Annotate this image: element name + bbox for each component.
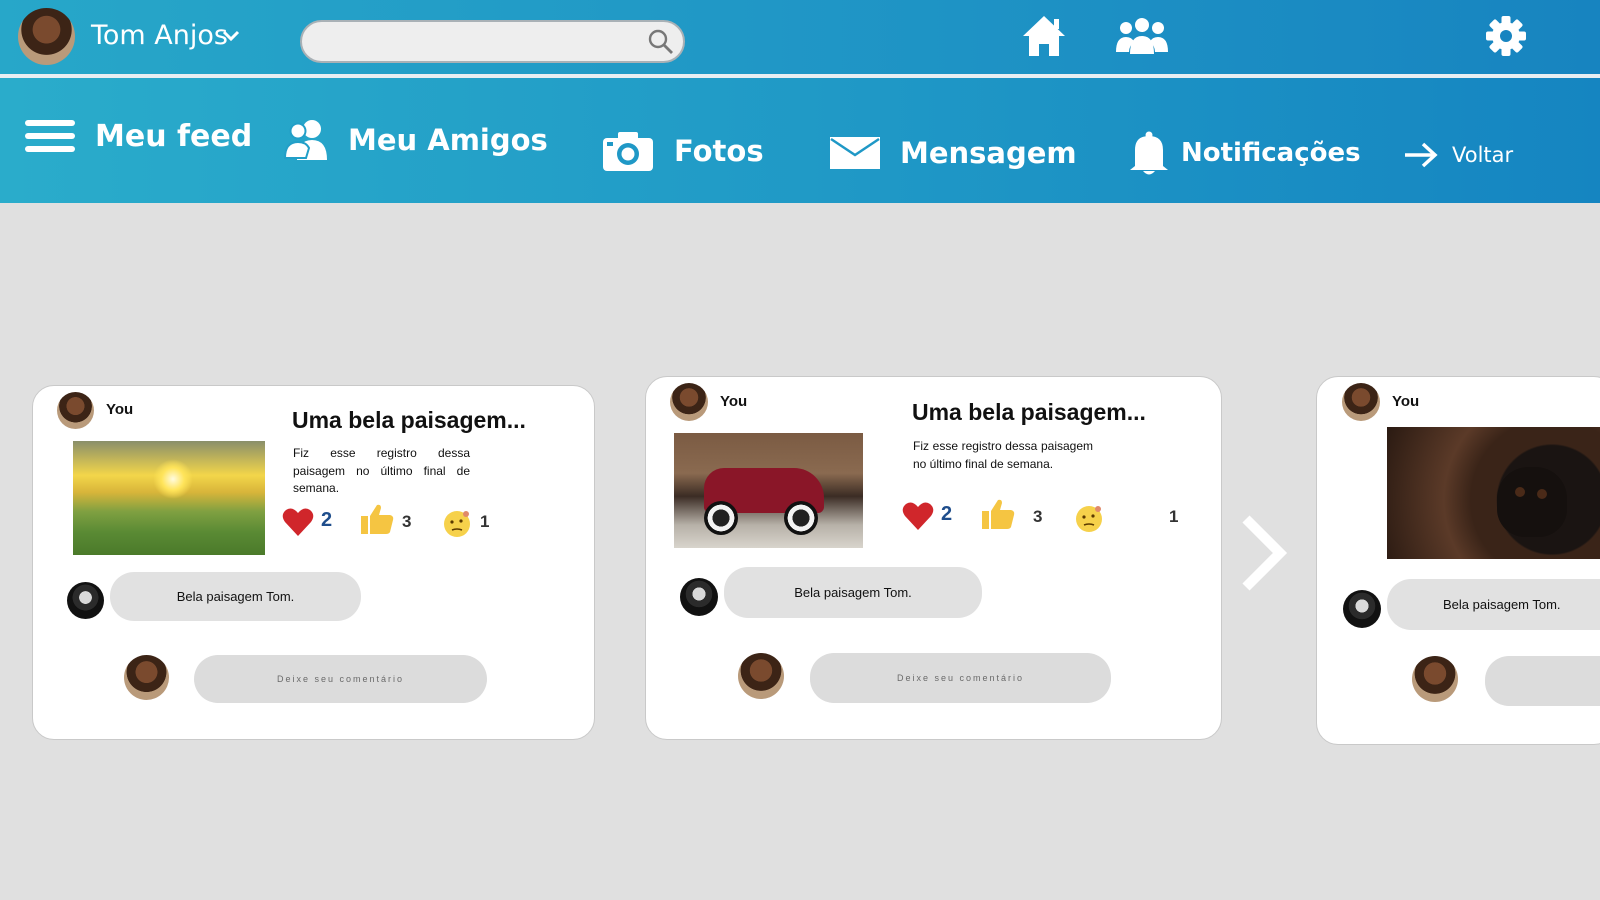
post-title: Uma bela paisagem...: [292, 407, 526, 433]
nav-friends[interactable]: Meu Amigos: [284, 118, 548, 162]
my-avatar[interactable]: [124, 655, 169, 700]
comment-input[interactable]: Deixe seu comentário: [810, 653, 1111, 703]
post-body: Fiz esse registro dessa paisagem no últi…: [913, 439, 1093, 471]
nav-messages-label: Mensagem: [900, 136, 1077, 170]
comment-input[interactable]: Deixe seu comentário: [194, 655, 487, 703]
comment-input[interactable]: [1485, 656, 1600, 706]
nav-messages[interactable]: Mensagem: [830, 136, 1077, 170]
arrow-right-icon: [1405, 142, 1438, 168]
nav-photos-label: Fotos: [674, 134, 764, 168]
post-card: You Uma bela paisagem... Fiz esse regist…: [32, 385, 595, 740]
post-body: Fiz esse registro dessa paisagem no últi…: [293, 446, 470, 495]
heart-count: 2: [941, 503, 953, 525]
search-icon[interactable]: [647, 28, 675, 56]
commenter-avatar[interactable]: [1343, 590, 1381, 628]
nav-feed[interactable]: Meu feed: [25, 118, 252, 154]
post-image[interactable]: [674, 433, 863, 548]
author-avatar[interactable]: [1342, 383, 1380, 421]
post-image[interactable]: [73, 441, 265, 555]
post-card: You Bela paisagem Tom.: [1316, 376, 1600, 745]
thumbs-up-icon[interactable]: [360, 503, 394, 535]
thinking-emoji-icon[interactable]: [1074, 504, 1104, 534]
nav-friends-label: Meu Amigos: [348, 123, 548, 157]
nav-back[interactable]: Voltar: [1403, 142, 1513, 168]
commenter-avatar[interactable]: [67, 582, 104, 619]
heart-count: 2: [321, 509, 333, 531]
envelope-icon: [830, 137, 880, 169]
nav-back-label: Voltar: [1452, 143, 1514, 167]
heart-icon[interactable]: [282, 507, 314, 537]
my-avatar[interactable]: [1412, 656, 1458, 702]
comment-bubble: Bela paisagem Tom.: [110, 572, 361, 621]
comment-bubble: Bela paisagem Tom.: [1387, 579, 1600, 630]
user-name[interactable]: Tom Anjos: [91, 20, 228, 51]
post-title: Uma bela paisagem...: [912, 399, 1146, 425]
post-image[interactable]: [1387, 427, 1600, 559]
post-card: You Uma bela paisagem... Fiz esse regist…: [645, 376, 1222, 740]
author-avatar[interactable]: [670, 383, 708, 421]
thinking-count: 1: [480, 512, 490, 531]
comment-bubble: Bela paisagem Tom.: [724, 567, 982, 618]
commenter-avatar[interactable]: [680, 578, 718, 616]
group-icon[interactable]: [1114, 16, 1170, 56]
bell-icon: [1130, 131, 1168, 175]
post-author: You: [106, 401, 134, 418]
users-icon: [284, 120, 327, 160]
nav-notifications[interactable]: Notificações: [1129, 130, 1361, 176]
home-icon[interactable]: [1021, 14, 1067, 58]
top-bar: Tom Anjos: [0, 0, 1600, 74]
heart-icon[interactable]: [902, 501, 934, 531]
chevron-down-icon[interactable]: [222, 30, 240, 42]
menu-icon: [25, 120, 75, 152]
thinking-emoji-icon[interactable]: [442, 509, 472, 539]
like-count: 3: [402, 512, 412, 531]
search-input[interactable]: [300, 20, 685, 63]
camera-icon: [603, 132, 653, 171]
user-avatar[interactable]: [18, 8, 75, 65]
thumbs-up-icon[interactable]: [981, 498, 1015, 530]
my-avatar[interactable]: [738, 653, 784, 699]
chevron-right-icon[interactable]: [1240, 515, 1288, 591]
post-author: You: [720, 393, 748, 410]
gear-icon[interactable]: [1485, 15, 1527, 57]
nav-feed-label: Meu feed: [95, 118, 253, 154]
post-author: You: [1392, 393, 1420, 410]
nav-notifications-label: Notificações: [1181, 138, 1361, 168]
nav-photos[interactable]: Fotos: [602, 130, 764, 172]
nav-bar: Meu feed Meu Amigos Fotos Mensagem Notif…: [0, 78, 1600, 203]
author-avatar[interactable]: [57, 392, 94, 429]
like-count: 3: [1033, 507, 1043, 526]
thinking-count: 1: [1169, 507, 1179, 526]
